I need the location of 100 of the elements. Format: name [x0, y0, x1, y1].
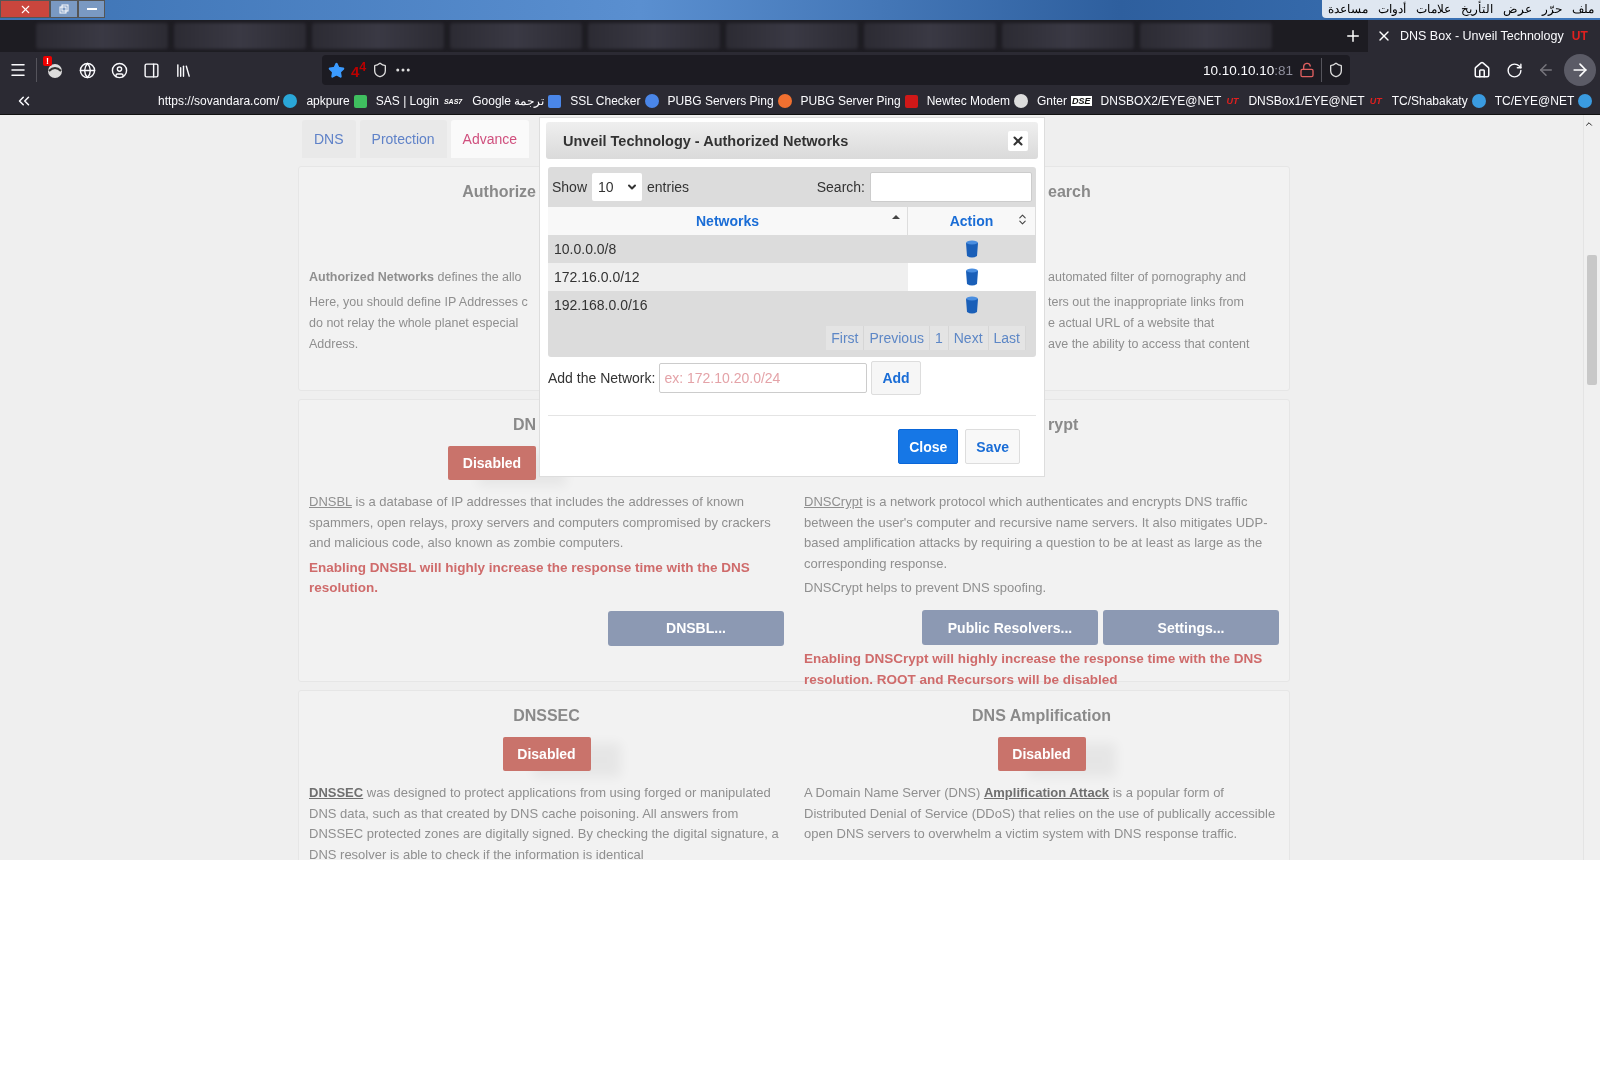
address-bar[interactable]: 4$^{4}$ 10.10.10.10:81 — [322, 55, 1350, 85]
section-heading: DNSSEC — [513, 706, 580, 726]
site-logo: UT — [1225, 96, 1240, 106]
table-cell-text: 10.0.0.0/8 — [553, 240, 618, 259]
shield-icon[interactable] — [1328, 62, 1344, 78]
home-icon — [1473, 61, 1491, 79]
action-button[interactable]: Public Resolvers... — [922, 610, 1098, 645]
close-icon — [1011, 133, 1025, 148]
description-text: Authorized Networks defines the allo — [309, 269, 523, 286]
network-input[interactable]: ex: 172.10.20.0/24 — [659, 363, 868, 393]
term-link[interactable]: DNSCrypt — [804, 494, 863, 509]
dialog-button[interactable]: Close — [898, 429, 959, 464]
close-button[interactable] — [1008, 130, 1028, 151]
bookmark[interactable]: PUBG Server Ping — [800, 94, 918, 108]
description-text: do not relay the whole planet especial — [309, 315, 520, 332]
table-cell-text: 192.168.0.0/16 — [553, 296, 649, 315]
section-heading: DN — [512, 415, 536, 435]
description-text: DNSBL is a database of IP addresses that includes the addresses of known spammers, open relays, proxy servers and computers compromised by crackers and malicious code, also known as zombie computers. — [309, 493, 772, 552]
bookmark[interactable]: SSL Checker — [570, 94, 659, 108]
trash-can-icon[interactable] — [965, 240, 979, 258]
restore-icon — [59, 4, 69, 14]
bookmark[interactable]: https://sovandara.com/ — [158, 94, 298, 108]
extension-button[interactable]: ! — [41, 56, 69, 84]
menu-item[interactable]: حرّر — [1542, 2, 1562, 16]
description-text: DNSSEC was designed to protect applications from using forged or manipulated DNS data, such as that created by DNS cache poisoning. All answers from DNSSEC protected zones are digitally signed. By checking the digital signature, a DNS resolver is able to check if the information is identical — [309, 784, 780, 860]
add-button[interactable]: Add — [871, 361, 921, 395]
tab-title: DNS Box - Unveil Technology — [1400, 29, 1564, 43]
back-icon — [1537, 61, 1555, 79]
description-text: Address. — [309, 336, 360, 353]
menu-item[interactable]: التأريخ — [1461, 2, 1493, 16]
trash-can-icon[interactable] — [965, 296, 979, 314]
scroll-up-icon[interactable] — [1584, 119, 1594, 129]
library-icon — [174, 61, 192, 79]
bookmark[interactable]: DNSBOX2/EYE@NET UT — [1100, 94, 1240, 108]
section-heading: Authorize — [462, 182, 536, 202]
page-tab[interactable]: Advance — [450, 120, 530, 158]
site-logo: UT — [1571, 29, 1588, 43]
browser-tab[interactable]: DNS Box - Unveil Technology UT — [1368, 20, 1600, 52]
menu-item[interactable]: عرض — [1503, 2, 1532, 16]
user-icon — [110, 61, 128, 79]
sidebar-icon — [142, 61, 160, 79]
scroll-thumb[interactable] — [1587, 255, 1597, 385]
menu-item[interactable]: ملف — [1572, 2, 1594, 16]
menu-item[interactable]: مساعدة — [1328, 2, 1368, 16]
site-logo: DSE — [1071, 96, 1092, 106]
description-text: DNSCrypt is a network protocol which authenticates and encrypts DNS traffic between the user's computer and recursive name servers. It also mitigates UDP-based amplification attacks by requiring a question to be at least as large as the corresponding response. — [804, 493, 1269, 573]
bookmark[interactable]: Gnter DSE — [1037, 94, 1092, 108]
minimize-button[interactable] — [78, 0, 105, 18]
bookmark[interactable]: DNSBox1/EYE@NET UT — [1248, 94, 1383, 108]
field-label: Add the Network: — [548, 370, 656, 386]
toggle-switch[interactable]: Disabled — [502, 737, 591, 771]
forward-button[interactable] — [1564, 54, 1596, 86]
bookmark[interactable]: TC/EYE@NET — [1494, 94, 1593, 108]
bookmark[interactable]: Newtec Modem — [926, 94, 1028, 108]
term-link[interactable]: Amplification Attack — [983, 785, 1110, 800]
bookmark[interactable]: apkpure — [306, 94, 367, 108]
toggle-switch[interactable]: Disabled — [997, 737, 1086, 771]
trash-can-icon[interactable] — [965, 268, 979, 286]
table-cell-text: 172.16.0.0/12 — [553, 268, 641, 287]
url-text: 10.10.10.10:81 — [1202, 62, 1293, 78]
note-text: DNSCrypt helps to prevent DNS spoofing. — [804, 579, 1048, 597]
search-field[interactable] — [870, 172, 1032, 202]
plus-icon — [1344, 27, 1362, 45]
close-window-button[interactable] — [0, 0, 50, 18]
bookmark[interactable]: Google ترجمة — [472, 94, 562, 108]
counter-text: 4$^{4}$ — [351, 60, 367, 80]
bookmark[interactable]: PUBG Servers Ping — [667, 94, 792, 108]
show-label: Show — [552, 179, 588, 195]
term-link[interactable]: DNSBL — [309, 494, 352, 509]
toggle-switch[interactable]: Disabled — [448, 446, 536, 480]
section-heading: earch — [1048, 182, 1091, 202]
description-text: ave the ability to access that content — [1048, 336, 1251, 353]
dialog-title: Unveil Technology - Authorized Networks — [563, 132, 849, 149]
menu-item[interactable]: أدوات — [1378, 2, 1406, 16]
description-text: A Domain Name Server (DNS) Amplification Attack is a popular form of Distributed Denial of Service (DDoS) that relies on the use of publically accessible open DNS servers to overwhelm a victim system with DNS response traffic. — [804, 784, 1277, 843]
menu-icon — [9, 61, 27, 79]
description-text: ters out the inappropriate links from — [1048, 294, 1245, 311]
action-button[interactable]: DNSBL... — [608, 610, 784, 646]
description-text: automated filter of pornography and — [1048, 269, 1248, 286]
dialog-button[interactable]: Save — [965, 429, 1020, 464]
reload-icon — [1505, 61, 1523, 79]
alert-badge: ! — [43, 56, 52, 66]
warning-text: Enabling DNSBL will highly increase the response time with the DNS resolution. — [309, 558, 751, 597]
lock-icon[interactable] — [1299, 62, 1315, 78]
star-icon[interactable] — [328, 61, 345, 79]
restore-button[interactable] — [50, 0, 78, 18]
page-tab[interactable]: DNS — [302, 120, 356, 158]
page-tab[interactable]: Protection — [359, 120, 447, 158]
entries-label: entries — [647, 179, 690, 195]
scrollbar[interactable] — [1583, 115, 1600, 860]
section-heading: DNS Amplification — [972, 706, 1111, 726]
description-text: e actual URL of a website that — [1048, 315, 1216, 332]
bookmark[interactable]: TC/Shabakaty — [1391, 94, 1486, 108]
site-logo: UT — [1368, 96, 1383, 106]
action-button[interactable]: Settings... — [1103, 610, 1279, 645]
menu-item[interactable]: علامات — [1416, 2, 1451, 16]
term-link[interactable]: DNSSEC — [309, 785, 364, 800]
minimize-icon — [86, 7, 97, 11]
description-text: Here, you should define IP Addresses c — [309, 294, 529, 311]
page-size-select[interactable]: 10 — [592, 173, 643, 201]
